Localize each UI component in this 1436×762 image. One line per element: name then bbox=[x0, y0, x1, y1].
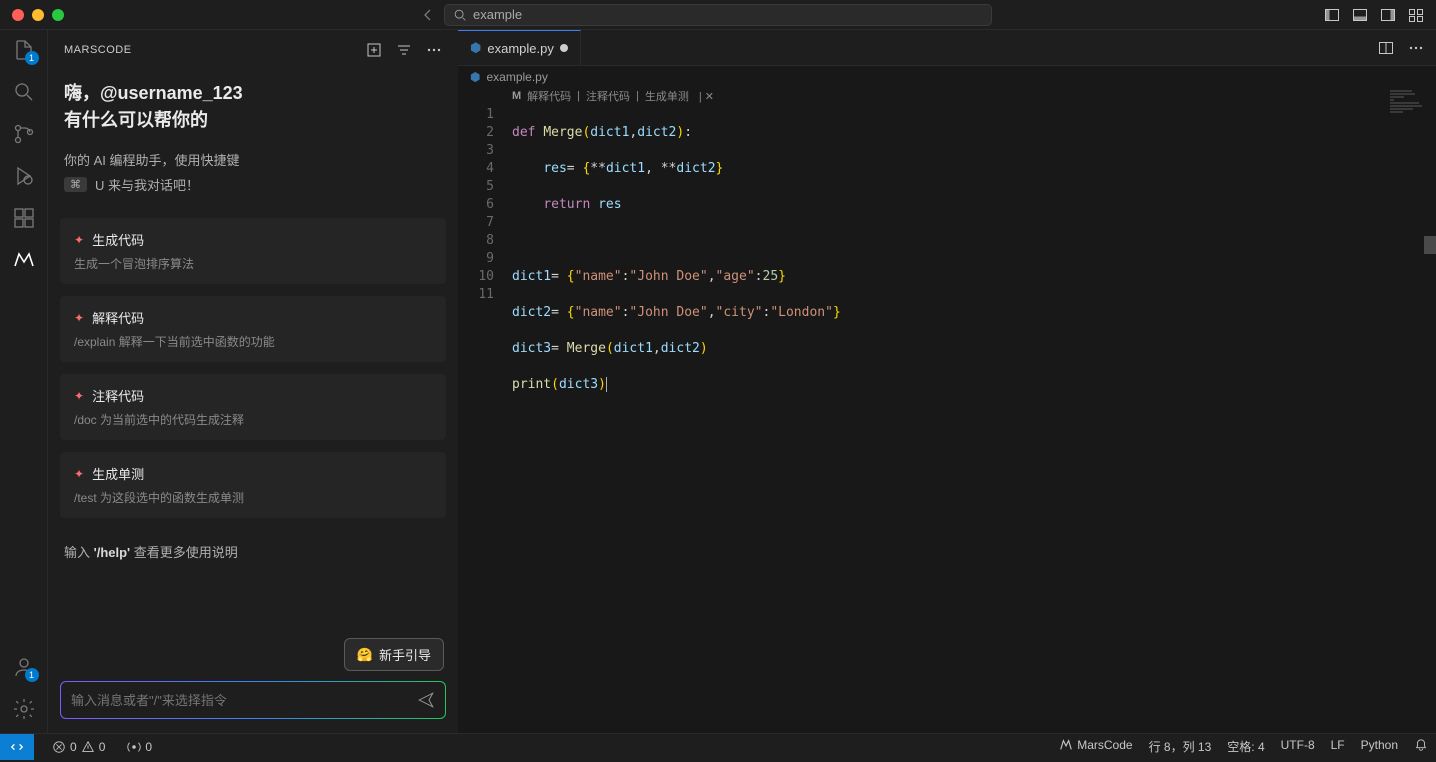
layout-panel-icon[interactable] bbox=[1352, 7, 1368, 23]
sparkle-icon: ✦ bbox=[74, 467, 84, 481]
extensions-activity[interactable] bbox=[12, 206, 36, 230]
status-encoding[interactable]: UTF-8 bbox=[1273, 738, 1323, 752]
text-cursor bbox=[606, 377, 607, 392]
card-title: 解释代码 bbox=[92, 308, 144, 327]
marscode-activity[interactable] bbox=[12, 248, 36, 272]
error-icon bbox=[52, 740, 66, 754]
more-icon[interactable] bbox=[426, 42, 442, 58]
code-editor[interactable]: 1 2 3 4 5 6 7 8 9 10 11 def Merge(dict1,… bbox=[458, 104, 1436, 538]
codelens-comment[interactable]: 注释代码 bbox=[586, 88, 630, 104]
help-hint: 输入 '/help' 查看更多使用说明 bbox=[48, 524, 458, 579]
card-generate-test[interactable]: ✦ 生成单测 /test 为这段选中的函数生成单测 bbox=[60, 452, 446, 518]
settings-activity[interactable] bbox=[12, 697, 36, 721]
guide-emoji-icon: 🤗 bbox=[357, 647, 373, 663]
maximize-window-button[interactable] bbox=[52, 9, 64, 21]
newbie-guide-button[interactable]: 🤗 新手引导 bbox=[344, 638, 444, 671]
accounts-badge: 1 bbox=[25, 668, 39, 682]
explorer-badge: 1 bbox=[25, 51, 39, 65]
tab-label: example.py bbox=[487, 41, 553, 56]
status-bar: 0 0 0 MarsCode 行 8，列 13 空格: 4 UTF-8 LF P… bbox=[0, 733, 1436, 759]
activity-bar: 1 1 bbox=[0, 30, 48, 733]
search-text: example bbox=[473, 7, 522, 22]
filter-icon[interactable] bbox=[396, 42, 412, 58]
marscode-panel: MARSCODE 嗨，@username_123 有什么可以帮你的 你的 AI … bbox=[48, 30, 458, 733]
tab-example-py[interactable]: ⬢ example.py bbox=[458, 30, 581, 65]
search-activity[interactable] bbox=[12, 80, 36, 104]
chat-input-field[interactable] bbox=[71, 693, 417, 708]
search-icon bbox=[453, 8, 467, 22]
code-content[interactable]: def Merge(dict1,dict2): res= {**dict1, *… bbox=[512, 106, 1436, 538]
bell-icon bbox=[1414, 738, 1428, 752]
layout-primary-sidebar-icon[interactable] bbox=[1324, 7, 1340, 23]
scroll-marker[interactable] bbox=[1424, 236, 1436, 254]
marscode-logo-icon: M bbox=[512, 90, 521, 102]
sparkle-icon: ✦ bbox=[74, 389, 84, 403]
accounts-activity[interactable]: 1 bbox=[12, 655, 36, 679]
sub-message: 你的 AI 编程助手，使用快捷键 bbox=[48, 142, 458, 171]
codelens-test[interactable]: 生成单测 bbox=[645, 88, 689, 104]
explorer-activity[interactable]: 1 bbox=[12, 38, 36, 62]
card-title: 生成代码 bbox=[92, 230, 144, 249]
status-notifications[interactable] bbox=[1406, 738, 1436, 752]
status-ports[interactable]: 0 bbox=[119, 734, 160, 759]
dirty-indicator-icon bbox=[560, 44, 568, 52]
shortcut-text: U 来与我对话吧！ bbox=[95, 175, 199, 194]
broadcast-icon bbox=[127, 740, 141, 754]
card-generate-code[interactable]: ✦ 生成代码 生成一个冒泡排序算法 bbox=[60, 218, 446, 284]
close-window-button[interactable] bbox=[12, 9, 24, 21]
card-desc: /doc 为当前选中的代码生成注释 bbox=[74, 411, 432, 428]
card-title: 注释代码 bbox=[92, 386, 144, 405]
card-desc: /test 为这段选中的函数生成单测 bbox=[74, 489, 432, 506]
codelens-row: M 解释代码 | 注释代码 | 生成单测 | ✕ bbox=[458, 88, 1436, 104]
card-comment-code[interactable]: ✦ 注释代码 /doc 为当前选中的代码生成注释 bbox=[60, 374, 446, 440]
status-indentation[interactable]: 空格: 4 bbox=[1219, 738, 1272, 755]
breadcrumb[interactable]: ⬢ example.py bbox=[458, 66, 1436, 88]
editor-tabs: ⬢ example.py bbox=[458, 30, 1436, 66]
editor-area: ⬢ example.py ⬢ example.py M 解释代码 | 注释代码 … bbox=[458, 30, 1436, 733]
minimap[interactable] bbox=[1390, 90, 1426, 130]
nav-back-icon[interactable] bbox=[420, 7, 436, 23]
status-cursor-pos[interactable]: 行 8，列 13 bbox=[1141, 738, 1220, 755]
breadcrumb-file: example.py bbox=[486, 70, 547, 84]
layout-secondary-sidebar-icon[interactable] bbox=[1380, 7, 1396, 23]
greeting-line2: 有什么可以帮你的 bbox=[64, 107, 442, 134]
card-title: 生成单测 bbox=[92, 464, 144, 483]
split-editor-icon[interactable] bbox=[1378, 40, 1394, 56]
sparkle-icon: ✦ bbox=[74, 311, 84, 325]
codelens-explain[interactable]: 解释代码 bbox=[527, 88, 571, 104]
card-explain-code[interactable]: ✦ 解释代码 /explain 解释一下当前选中函数的功能 bbox=[60, 296, 446, 362]
new-chat-icon[interactable] bbox=[366, 42, 382, 58]
command-center-search[interactable]: example bbox=[444, 4, 992, 26]
card-desc: 生成一个冒泡排序算法 bbox=[74, 255, 432, 272]
sidebar-title: MARSCODE bbox=[64, 44, 132, 56]
shortcut-key: ⌘ bbox=[64, 177, 87, 192]
sparkle-icon: ✦ bbox=[74, 233, 84, 247]
chat-input[interactable] bbox=[60, 681, 446, 719]
window-controls bbox=[0, 9, 64, 21]
marscode-icon bbox=[1059, 738, 1073, 752]
status-language[interactable]: Python bbox=[1353, 738, 1406, 752]
source-control-activity[interactable] bbox=[12, 122, 36, 146]
line-gutter: 1 2 3 4 5 6 7 8 9 10 11 bbox=[458, 106, 512, 538]
run-debug-activity[interactable] bbox=[12, 164, 36, 188]
send-icon[interactable] bbox=[417, 691, 435, 709]
warning-icon bbox=[81, 740, 95, 754]
card-desc: /explain 解释一下当前选中函数的功能 bbox=[74, 333, 432, 350]
python-file-icon: ⬢ bbox=[470, 40, 481, 56]
python-file-icon: ⬢ bbox=[470, 70, 480, 84]
guide-label: 新手引导 bbox=[379, 645, 431, 664]
more-editor-actions-icon[interactable] bbox=[1408, 40, 1424, 56]
title-bar: example bbox=[0, 0, 1436, 30]
status-marscode[interactable]: MarsCode bbox=[1051, 738, 1140, 752]
minimize-window-button[interactable] bbox=[32, 9, 44, 21]
remote-button[interactable] bbox=[0, 734, 34, 760]
greeting-line1: 嗨，@username_123 bbox=[64, 80, 442, 107]
layout-customize-icon[interactable] bbox=[1408, 7, 1424, 23]
status-eol[interactable]: LF bbox=[1323, 738, 1353, 752]
status-problems[interactable]: 0 0 bbox=[44, 734, 113, 759]
codelens-close-icon[interactable]: | ✕ bbox=[699, 90, 714, 103]
